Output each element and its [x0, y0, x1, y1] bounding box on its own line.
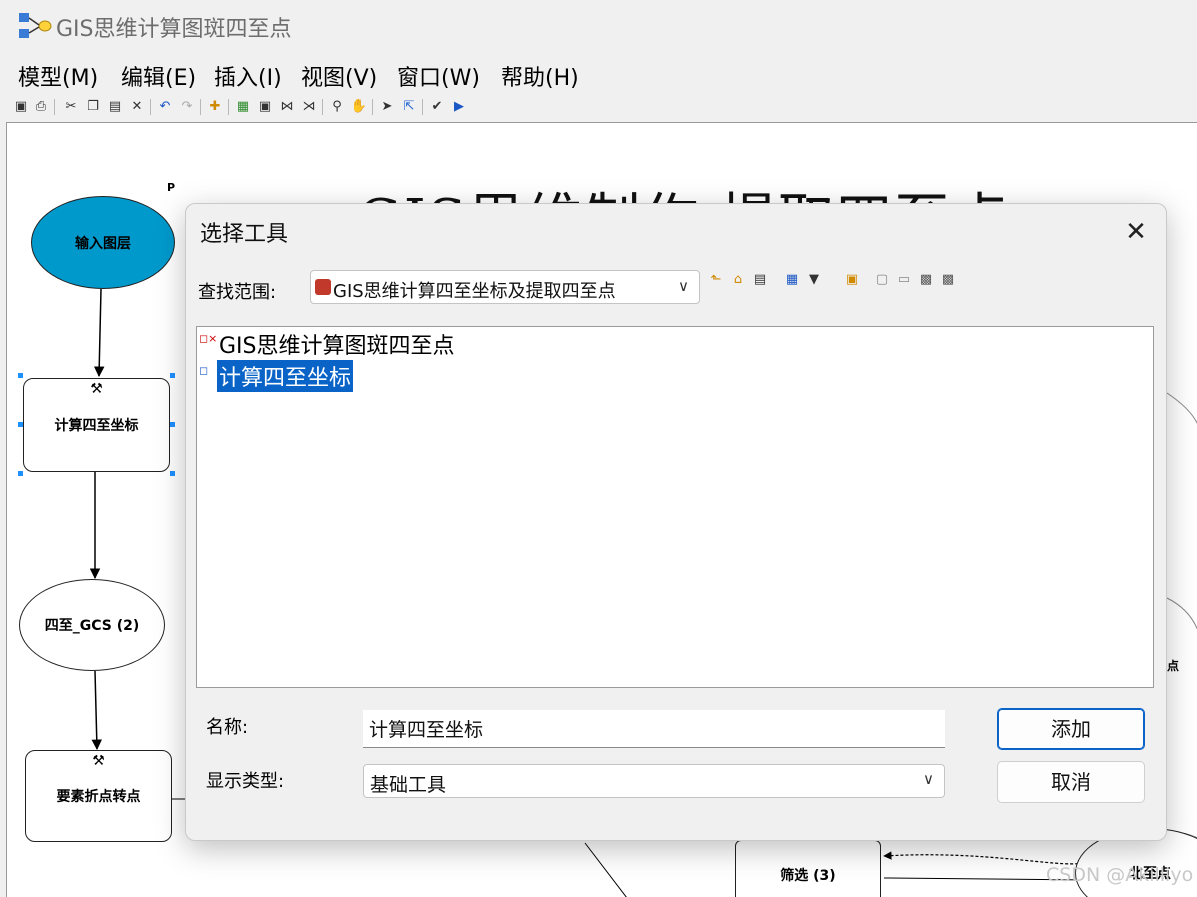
home-icon[interactable]: ⌂	[728, 270, 748, 290]
node-vertices-to-points-label: 要素折点转点	[56, 789, 141, 805]
selection-handle[interactable]	[170, 471, 175, 476]
selection-handle[interactable]	[18, 471, 23, 476]
toolbar: ▣ ⎙ ✂ ❐ ▤ ✕ ↶ ↷ ✚ ▦ ▣ ⋈ ⋊ ⚲ ✋ ➤ ⇱ ✔ ▶	[10, 96, 710, 118]
arctoolbox-icon[interactable]: ▩	[938, 270, 958, 290]
node-partial-point-label: 点	[1166, 658, 1179, 673]
selection-handle[interactable]	[18, 422, 23, 427]
display-type-value: 基础工具	[370, 774, 447, 796]
look-in-toolbar: ⬑ ⌂ ▤ ▦ ▼ ▣ ▢ ▭ ▩ ▩	[706, 270, 976, 298]
copy-icon[interactable]: ❐	[84, 98, 102, 116]
connect-folder-icon[interactable]: ▣	[842, 270, 862, 290]
selection-handle[interactable]	[18, 373, 23, 378]
zoom-out-fixed-icon[interactable]: ⋊	[300, 98, 318, 116]
look-in-label: 查找范围:	[198, 282, 277, 303]
look-in-dropdown[interactable]: GIS思维计算四至坐标及提取四至点 ∨	[310, 270, 700, 304]
display-type-dropdown[interactable]: 基础工具 ∨	[363, 764, 945, 798]
toolbar-separator	[54, 99, 55, 115]
list-item-label: GIS思维计算图斑四至点	[219, 334, 455, 359]
watermark: CSDN @Akilliyo	[1046, 864, 1194, 886]
print-icon[interactable]: ⎙	[32, 98, 50, 116]
hammer-icon: ⚒	[92, 753, 105, 769]
list-view-icon[interactable]: ▦	[782, 270, 802, 290]
delete-icon[interactable]: ✕	[128, 98, 146, 116]
model-tool-icon: ◻×	[199, 332, 218, 345]
window-title: GIS思维计算图斑四至点	[56, 17, 292, 42]
toolbar-separator	[322, 99, 323, 115]
select-icon[interactable]: ➤	[378, 98, 396, 116]
new-toolbox-icon[interactable]: ▭	[894, 270, 914, 290]
hammer-icon: ⚒	[90, 381, 103, 397]
node-filter-3-label: 筛选 (3)	[780, 868, 836, 884]
view-dropdown-icon[interactable]: ▼	[804, 270, 824, 290]
tool-list[interactable]: ◻× GIS思维计算图斑四至点 ◻ 计算四至坐标	[196, 326, 1154, 688]
add-data-icon[interactable]: ✚	[206, 98, 224, 116]
paste-icon[interactable]: ▤	[106, 98, 124, 116]
list-item[interactable]: ◻× GIS思维计算图斑四至点	[199, 330, 457, 359]
chevron-down-icon: ∨	[923, 770, 934, 788]
toolbar-separator	[150, 99, 151, 115]
menu-model[interactable]: 模型(M)	[18, 60, 98, 92]
add-button[interactable]: 添加	[997, 708, 1145, 750]
selection-handle[interactable]	[170, 422, 175, 427]
node-input-layer-label: 输入图层	[75, 235, 131, 252]
node-calc-coords-label: 计算四至坐标	[54, 418, 139, 434]
name-label: 名称:	[206, 717, 249, 738]
menu-insert[interactable]: 插入(I)	[214, 60, 282, 92]
name-field[interactable]	[363, 710, 945, 748]
menu-bar: 模型(M) 编辑(E) 插入(I) 视图(V) 窗口(W) 帮助(H)	[0, 56, 1197, 94]
toolbar-separator	[228, 99, 229, 115]
toolbox-icon	[315, 279, 331, 295]
look-in-value: GIS思维计算四至坐标及提取四至点	[333, 281, 616, 302]
cut-icon[interactable]: ✂	[62, 98, 80, 116]
dialog-title: 选择工具	[200, 222, 289, 247]
menu-window[interactable]: 窗口(W)	[397, 60, 480, 92]
chevron-down-icon: ∨	[678, 277, 689, 295]
menu-help[interactable]: 帮助(H)	[501, 60, 579, 92]
connect-icon[interactable]: ⇱	[400, 98, 418, 116]
node-output-gcs[interactable]: 四至_GCS (2)	[19, 579, 165, 671]
node-filter-3[interactable]: 筛选 (3)	[735, 840, 881, 897]
zoom-in-icon[interactable]: ⚲	[328, 98, 346, 116]
new-folder-icon[interactable]: ▢	[872, 270, 892, 290]
display-type-label: 显示类型:	[206, 771, 285, 792]
toolbar-separator	[372, 99, 373, 115]
title-bar: GIS思维计算图斑四至点	[0, 0, 1197, 52]
redo-icon[interactable]: ↷	[178, 98, 196, 116]
toolbox-home-icon[interactable]: ▤	[750, 270, 770, 290]
menu-edit[interactable]: 编辑(E)	[121, 60, 196, 92]
model-builder-app-icon	[19, 13, 52, 38]
menu-view[interactable]: 视图(V)	[301, 60, 377, 92]
cancel-button[interactable]: 取消	[997, 761, 1145, 803]
undo-icon[interactable]: ↶	[156, 98, 174, 116]
node-output-gcs-label: 四至_GCS (2)	[44, 618, 140, 634]
node-calc-coords[interactable]: ⚒ 计算四至坐标	[23, 378, 170, 472]
node-input-layer[interactable]: 输入图层	[31, 196, 175, 289]
up-one-level-icon[interactable]: ⬑	[706, 270, 726, 290]
close-icon[interactable]: ✕	[1120, 216, 1152, 248]
validate-icon[interactable]: ✔	[428, 98, 446, 116]
save-icon[interactable]: ▣	[12, 98, 30, 116]
select-tool-dialog: 选择工具 ✕ 查找范围: GIS思维计算四至坐标及提取四至点 ∨ ⬑ ⌂ ▤ ▦…	[185, 203, 1167, 841]
toolbar-separator	[422, 99, 423, 115]
node-vertices-to-points[interactable]: ⚒ 要素折点转点	[25, 750, 172, 842]
selection-handle[interactable]	[170, 373, 175, 378]
zoom-in-fixed-icon[interactable]: ⋈	[278, 98, 296, 116]
toolbar-separator	[200, 99, 201, 115]
catalog-icon[interactable]: ▩	[916, 270, 936, 290]
list-item[interactable]: ◻ 计算四至坐标	[199, 360, 354, 392]
auto-layout-icon[interactable]: ▦	[234, 98, 252, 116]
model-tool-icon: ◻	[199, 364, 209, 377]
run-icon[interactable]: ▶	[450, 98, 468, 116]
full-extent-icon[interactable]: ▣	[256, 98, 274, 116]
list-item-label: 计算四至坐标	[217, 360, 354, 392]
canvas-small-label: P	[167, 181, 176, 194]
pan-icon[interactable]: ✋	[350, 98, 368, 116]
